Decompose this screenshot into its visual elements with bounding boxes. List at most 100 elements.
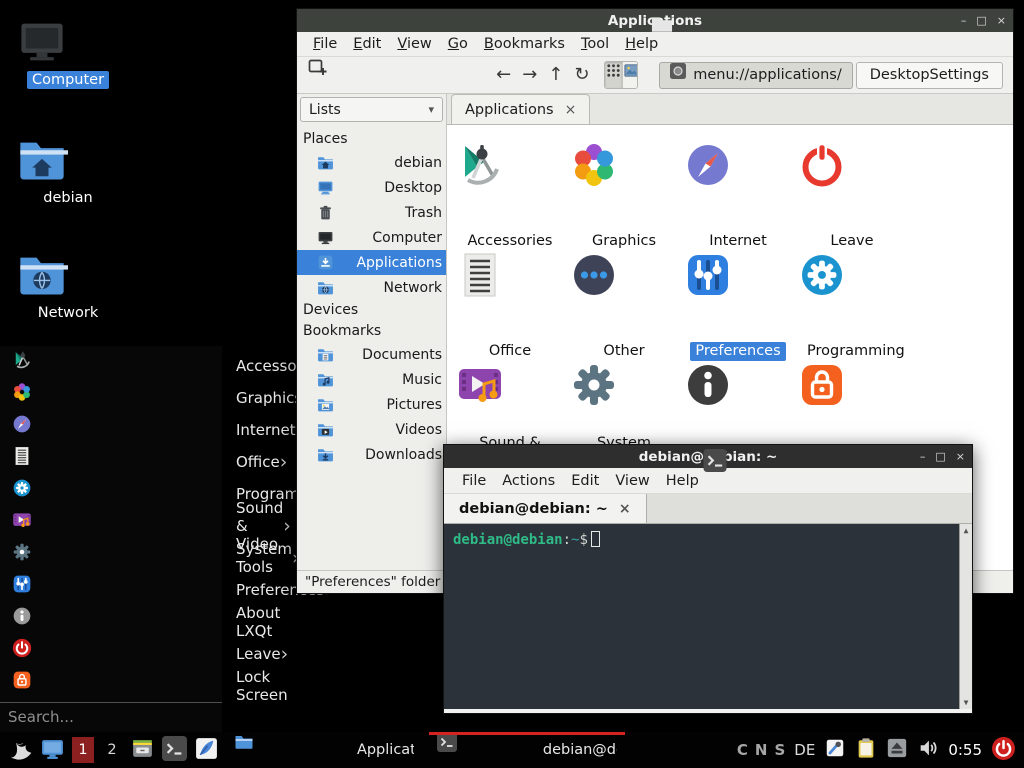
menu-edit[interactable]: Edit	[345, 34, 389, 54]
terminal-titlebar[interactable]: debian@debian: ~ – □ ×	[444, 445, 972, 468]
sidebar-item-videos[interactable]: Videos	[297, 417, 446, 442]
menu-file[interactable]: File	[454, 471, 494, 491]
clock[interactable]: 0:55	[948, 741, 982, 759]
keyboard-layout-indicator[interactable]: DE	[794, 741, 815, 759]
power-icon	[991, 736, 1016, 761]
sidebar-mode-selector[interactable]: Lists ▾	[300, 97, 443, 122]
sidebar-item-pictures[interactable]: Pictures	[297, 392, 446, 417]
tab-applications[interactable]: Applications ×	[451, 94, 590, 124]
start-menu-button[interactable]	[6, 735, 33, 766]
desktop-icon-computer[interactable]: Computer	[16, 16, 120, 89]
terminal-output[interactable]: debian@debian:~$ ▲ ▼	[444, 524, 972, 709]
up-icon[interactable]: ↑	[548, 66, 563, 84]
folder-item-programming[interactable]: Programming	[798, 251, 906, 361]
file-manager-titlebar[interactable]: Applications – □ ×	[297, 9, 1013, 32]
menu-item-graphics[interactable]: Graphics›	[0, 382, 222, 414]
icon-view-button[interactable]	[605, 62, 623, 88]
thumbnail-view-button[interactable]	[623, 62, 638, 88]
terminal-launcher[interactable]	[162, 736, 187, 765]
sidebar-header-devices[interactable]: Devices	[297, 300, 446, 321]
path-button-current[interactable]: menu://applications/	[659, 62, 853, 89]
menu-go[interactable]: Go	[440, 34, 476, 54]
close-button[interactable]: ×	[956, 451, 965, 462]
menu-edit[interactable]: Edit	[563, 471, 607, 491]
sidebar-item-music[interactable]: Music	[297, 367, 446, 392]
show-desktop-button[interactable]	[40, 736, 65, 765]
folder-item-graphics[interactable]: Graphics	[570, 141, 678, 251]
menu-view[interactable]: View	[607, 471, 657, 491]
menu-item-leave[interactable]: Leave›	[0, 638, 222, 670]
sidebar-item-desktop[interactable]: Desktop	[297, 175, 446, 200]
folder-item-office[interactable]: Office	[456, 251, 564, 361]
menu-help[interactable]: Help	[617, 34, 666, 54]
sidebar-item-downloads[interactable]: Downloads	[297, 442, 446, 467]
clipboard-tray-button[interactable]	[855, 737, 877, 763]
sidebar-header-bookmarks[interactable]: Bookmarks	[297, 321, 446, 342]
minimize-button[interactable]: –	[920, 451, 926, 462]
menu-item-accessories[interactable]: Accessories›	[0, 350, 222, 382]
folder-item-preferences[interactable]: Preferences	[684, 251, 792, 361]
maximize-button[interactable]: □	[935, 451, 945, 462]
menu-item-lock-screen[interactable]: Lock Screen	[0, 670, 222, 702]
file-manager-sidebar: Lists ▾ Places debian Desktop Trash Comp…	[297, 94, 447, 570]
menu-item-programming[interactable]: Programming›	[0, 478, 222, 510]
path-button-desktopsettings[interactable]: DesktopSettings	[856, 62, 1003, 89]
folder-item-internet[interactable]: Internet	[684, 141, 792, 251]
task-applications[interactable]: Applications	[226, 732, 422, 768]
close-button[interactable]: ×	[997, 15, 1006, 26]
tab-close-icon[interactable]: ×	[565, 102, 577, 118]
eject-icon	[886, 737, 908, 759]
featherpad-launcher[interactable]	[194, 736, 219, 765]
info-icon	[684, 361, 792, 447]
pictures-folder-icon	[317, 396, 379, 413]
shutdown-button[interactable]	[991, 736, 1016, 765]
sidebar-item-computer[interactable]: Computer	[297, 225, 446, 250]
folder-item-other[interactable]: Other	[570, 251, 678, 361]
sidebar-item-network[interactable]: Network	[297, 275, 446, 300]
accessories-icon	[456, 141, 564, 227]
menu-bookmarks[interactable]: Bookmarks	[476, 34, 573, 54]
minimize-button[interactable]: –	[961, 15, 967, 26]
sidebar-item-debian[interactable]: debian	[297, 150, 446, 175]
menu-file[interactable]: File	[305, 34, 345, 54]
menu-item-system-tools[interactable]: System Tools›	[0, 542, 222, 574]
tab-close-icon[interactable]: ×	[619, 501, 631, 517]
menu-item-sound-video[interactable]: Sound & Video›	[0, 510, 222, 542]
menu-item-office[interactable]: Office›	[0, 446, 222, 478]
desktop-icon-network[interactable]: Network	[16, 249, 120, 322]
menu-item-about-lxqt[interactable]: About LXQt	[0, 606, 222, 638]
scroll-up-icon[interactable]: ▲	[964, 526, 969, 535]
new-tab-icon[interactable]	[307, 57, 485, 93]
folder-item-accessories[interactable]: Accessories	[456, 141, 564, 251]
removable-media-button[interactable]	[886, 737, 908, 763]
menu-actions[interactable]: Actions	[494, 471, 563, 491]
sidebar-header-places[interactable]: Places	[297, 129, 446, 150]
prompt-user-host: debian@debian	[453, 532, 563, 548]
folder-item-leave[interactable]: Leave	[798, 141, 906, 251]
file-manager-launcher[interactable]	[130, 736, 155, 765]
preferences-icon	[12, 574, 210, 606]
reload-icon[interactable]: ↻	[574, 66, 589, 84]
menu-item-internet[interactable]: Internet›	[0, 414, 222, 446]
menu-tool[interactable]: Tool	[573, 34, 617, 54]
terminal-tab[interactable]: debian@debian: ~ ×	[444, 494, 647, 523]
scroll-down-icon[interactable]: ▼	[964, 698, 969, 707]
volume-button[interactable]	[917, 737, 939, 763]
menu-search-input[interactable]	[8, 708, 214, 726]
workspace-1-button[interactable]: 1	[72, 737, 94, 763]
system-tray: C N S DE 0:55	[737, 736, 1016, 765]
back-icon[interactable]: ←	[496, 66, 511, 84]
desktop-icon-debian[interactable]: debian	[16, 134, 120, 207]
sidebar-item-trash[interactable]: Trash	[297, 200, 446, 225]
forward-icon[interactable]: →	[522, 66, 537, 84]
workspace-2-button[interactable]: 2	[101, 737, 123, 763]
task-terminal[interactable]: debian@debian: ~	[429, 732, 625, 768]
menu-help[interactable]: Help	[658, 471, 707, 491]
terminal-scrollbar[interactable]: ▲ ▼	[959, 524, 972, 709]
screenshot-tray-button[interactable]	[824, 737, 846, 763]
sidebar-item-documents[interactable]: Documents	[297, 342, 446, 367]
maximize-button[interactable]: □	[976, 15, 986, 26]
menu-view[interactable]: View	[389, 34, 439, 54]
menu-item-preferences[interactable]: Preferences›	[0, 574, 222, 606]
sidebar-item-applications[interactable]: Applications	[297, 250, 446, 275]
